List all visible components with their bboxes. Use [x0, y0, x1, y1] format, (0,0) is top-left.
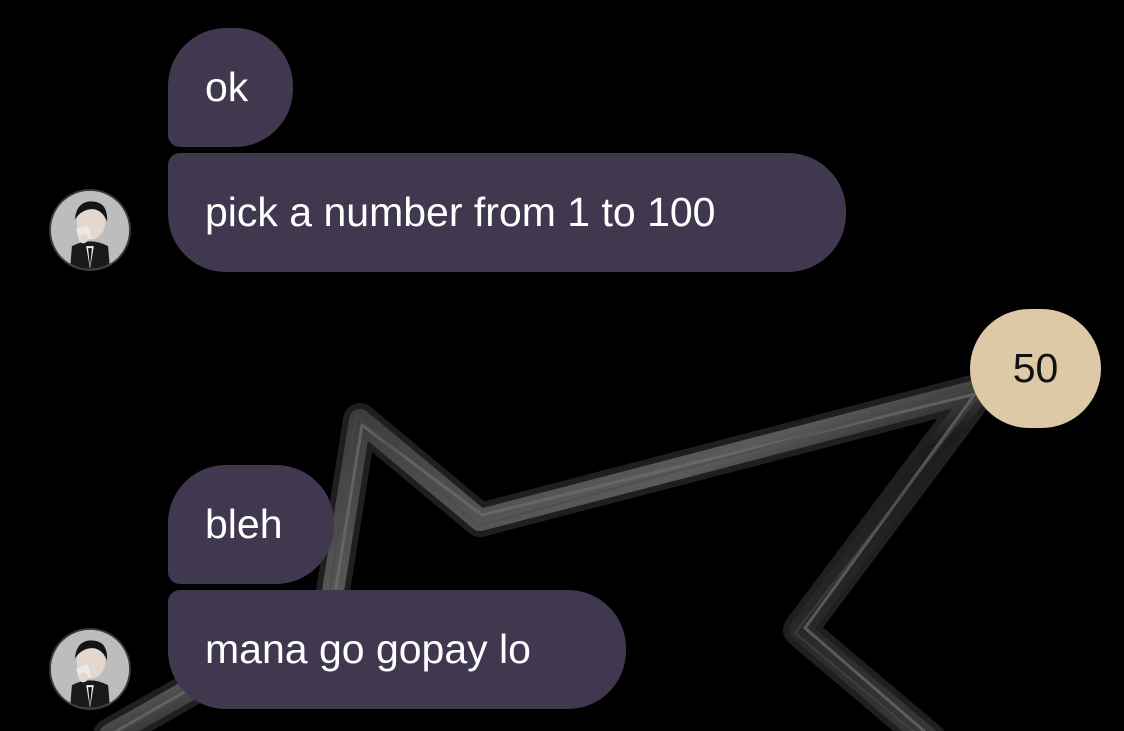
message-bubble-gopay[interactable]: mana go gopay lo	[168, 590, 626, 709]
message-bubble-pick-number[interactable]: pick a number from 1 to 100	[168, 153, 846, 272]
contact-avatar[interactable]	[49, 628, 131, 710]
message-bubble-bleh[interactable]: bleh	[168, 465, 334, 584]
chat-screen: ok pick a number from 1 to 100 50 bleh m…	[0, 0, 1124, 731]
message-text: 50	[1012, 345, 1059, 391]
message-bubble-50[interactable]: 50	[970, 309, 1101, 428]
message-text: pick a number from 1 to 100	[205, 189, 716, 235]
message-text: ok	[205, 64, 249, 110]
message-bubble-ok[interactable]: ok	[168, 28, 293, 147]
message-text: mana go gopay lo	[205, 626, 531, 672]
avatar-photo-icon	[51, 630, 129, 708]
contact-avatar[interactable]	[49, 189, 131, 271]
avatar-photo-icon	[51, 191, 129, 269]
message-text: bleh	[205, 501, 283, 547]
